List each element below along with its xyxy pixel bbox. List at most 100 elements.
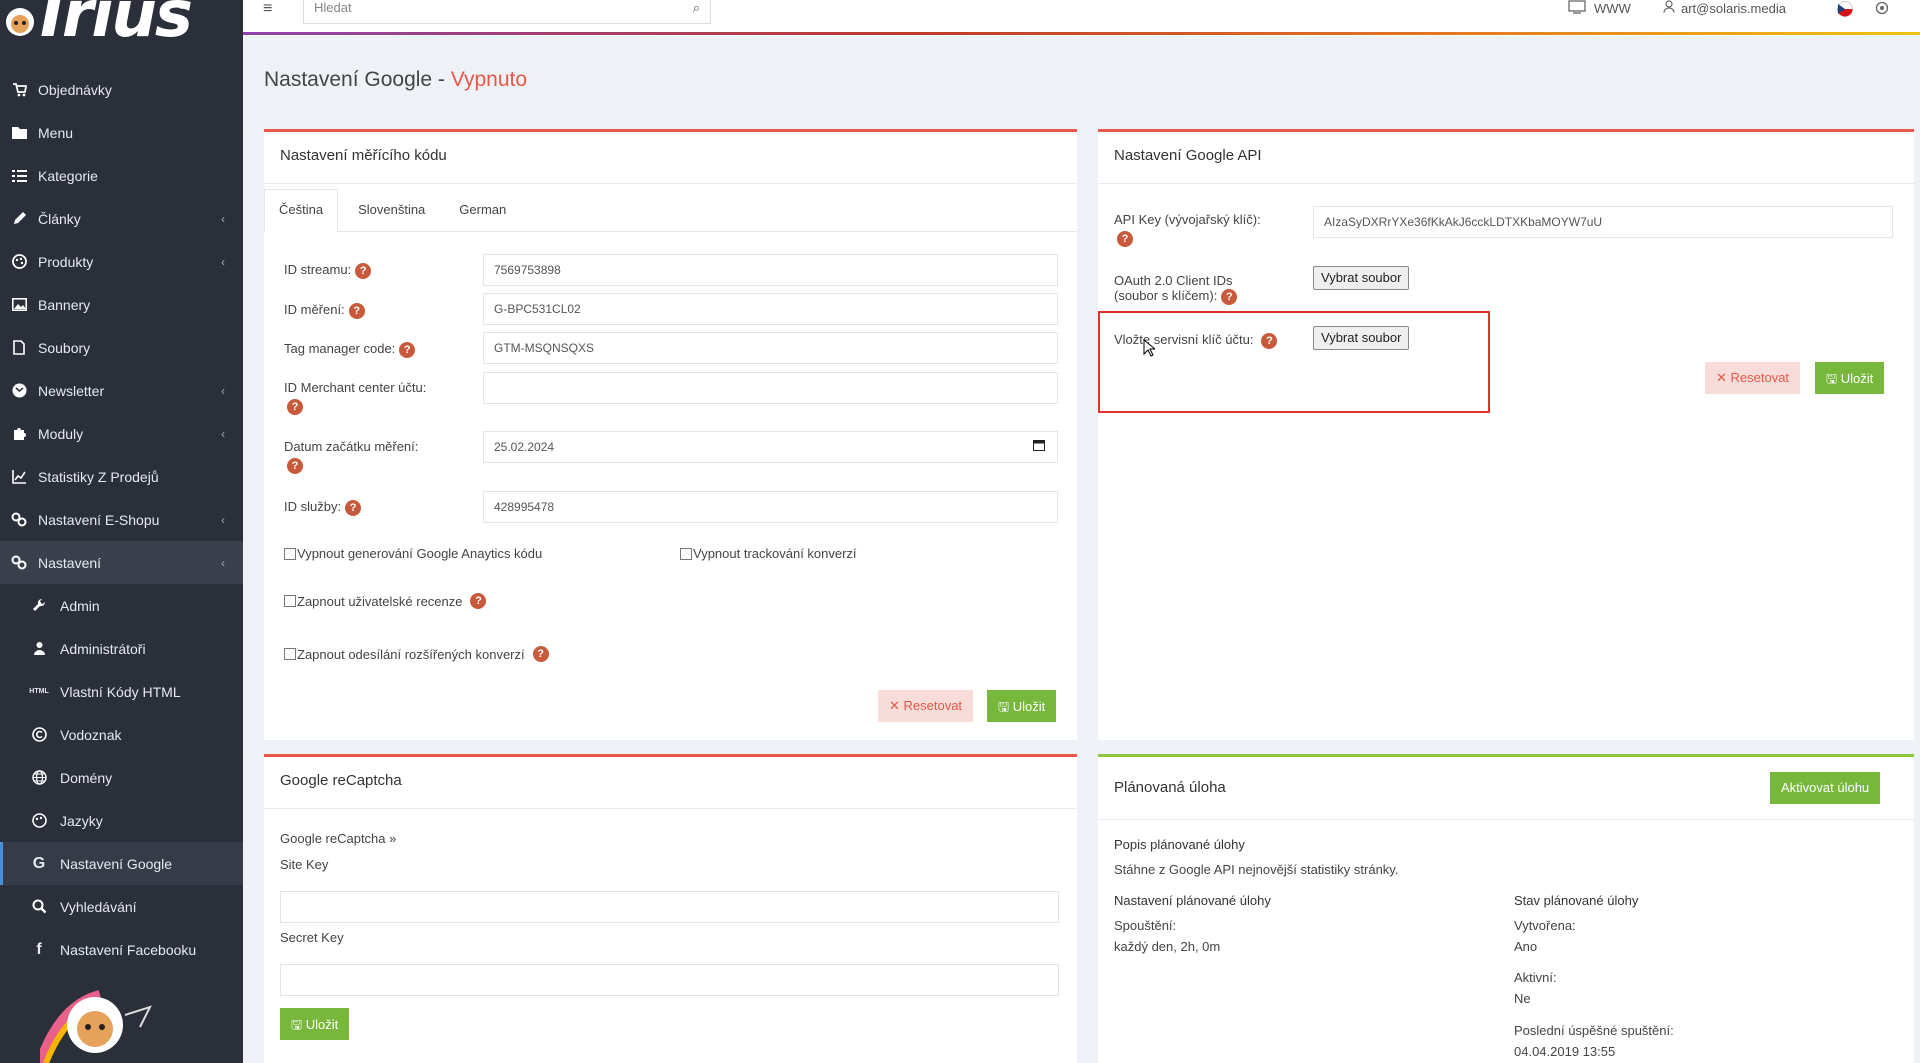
- enable-extended-conversions-checkbox[interactable]: Zapnout odesílání rozšířených konverzí?: [284, 646, 549, 662]
- reset-button[interactable]: ✕ Resetovat: [1705, 362, 1801, 394]
- sidebar-subitem-watermark[interactable]: Vodoznak: [0, 713, 243, 756]
- oauth-file-button[interactable]: Vybrat soubor: [1313, 266, 1410, 290]
- sidebar-subitem-google-settings[interactable]: G Nastavení Google: [0, 842, 243, 885]
- help-icon[interactable]: ?: [532, 646, 549, 662]
- sidebar-subitem-search[interactable]: Vyhledávání: [0, 885, 243, 928]
- power-icon[interactable]: [1875, 1, 1889, 15]
- reset-button[interactable]: ✕ Resetovat: [878, 690, 974, 722]
- checkbox-label: Zapnout odesílání rozšířených konverzí: [297, 646, 525, 662]
- www-link[interactable]: WWW: [1568, 0, 1631, 17]
- card-title: Nastavení Google API: [1098, 132, 1914, 184]
- checkbox[interactable]: [284, 595, 296, 607]
- start-date-input[interactable]: 25.02.2024: [483, 431, 1058, 463]
- checkbox[interactable]: [680, 547, 692, 560]
- sidebar-item-files[interactable]: Soubory: [0, 326, 243, 369]
- sidebar-subitem-domains[interactable]: Domény: [0, 756, 243, 799]
- sidebar-item-label: Newsletter: [38, 382, 105, 399]
- checkbox-label: Zapnout uživatelské recenze: [297, 593, 463, 609]
- hamburger-icon[interactable]: ≡: [263, 0, 272, 18]
- flag-cz-icon[interactable]: [1836, 1, 1854, 17]
- help-icon[interactable]: ?: [355, 262, 372, 279]
- task-description-title: Popis plánované úlohy: [1114, 837, 1245, 852]
- measurement-id-input[interactable]: G-BPC531CL02: [483, 293, 1058, 325]
- active-value: Ne: [1514, 991, 1531, 1006]
- sidebar-subitem-languages[interactable]: Jazyky: [0, 799, 243, 842]
- activate-task-button[interactable]: Aktivovat úlohu: [1770, 772, 1881, 804]
- floppy-icon: 🖫: [998, 699, 1013, 714]
- site-key-input[interactable]: [280, 891, 1059, 923]
- calendar-icon[interactable]: [1033, 439, 1045, 454]
- sidebar-item-label: Nastavení: [38, 554, 102, 571]
- tab-slovak[interactable]: Slovenština: [344, 190, 439, 231]
- sidebar-item-modules[interactable]: Moduly ‹: [0, 412, 243, 455]
- page-title: Nastavení Google - Vypnuto: [264, 68, 527, 92]
- globe-icon: [30, 769, 48, 787]
- sidebar-item-banners[interactable]: Bannery: [0, 283, 243, 326]
- reset-label: Resetovat: [1730, 370, 1790, 385]
- tab-german[interactable]: German: [445, 190, 520, 231]
- sidebar-item-articles[interactable]: Články ‹: [0, 197, 243, 240]
- sidebar-item-newsletter[interactable]: Newsletter ‹: [0, 369, 243, 412]
- card-title: Google reCaptcha: [264, 757, 1077, 809]
- sidebar-item-label: Administrátoři: [60, 640, 146, 657]
- sidebar-item-eshop-settings[interactable]: Nastavení E-Shopu ‹: [0, 498, 243, 541]
- search-icon: [30, 898, 48, 916]
- help-icon[interactable]: ?: [287, 399, 303, 415]
- field-label: (soubor s klíčem):: [1114, 288, 1218, 303]
- save-button[interactable]: 🖫 Uložit: [1815, 362, 1885, 394]
- sidebar-subitem-administrators[interactable]: Administrátoři: [0, 627, 243, 670]
- help-icon[interactable]: ?: [1221, 288, 1238, 305]
- help-icon[interactable]: ?: [1117, 231, 1133, 247]
- search-input[interactable]: Hledat ⌕: [303, 0, 711, 24]
- checkbox-label: Vypnout generování Google Anaytics kódu: [297, 546, 543, 561]
- tag-manager-input[interactable]: GTM-MSQNSQXS: [483, 332, 1058, 364]
- disable-conversions-checkbox[interactable]: Vypnout trackování konverzí: [680, 546, 857, 561]
- disable-analytics-checkbox[interactable]: Vypnout generování Google Anaytics kódu: [284, 546, 542, 561]
- created-label: Vytvořena:: [1514, 918, 1576, 933]
- tab-czech[interactable]: Čeština: [264, 189, 339, 232]
- status-badge: Vypnuto: [450, 68, 528, 91]
- sidebar-subitem-admin[interactable]: Admin: [0, 584, 243, 627]
- help-icon[interactable]: ?: [345, 499, 362, 516]
- save-button[interactable]: 🖫 Uložit: [280, 1008, 350, 1040]
- sidebar-item-label: Menu: [38, 124, 74, 141]
- checkbox[interactable]: [284, 648, 296, 660]
- save-button[interactable]: 🖫 Uložit: [987, 690, 1057, 722]
- stream-id-input[interactable]: 7569753898: [483, 254, 1058, 286]
- logo[interactable]: Irius ®: [0, 0, 243, 60]
- help-icon[interactable]: ?: [287, 458, 303, 474]
- checkbox[interactable]: [284, 547, 296, 560]
- user-menu[interactable]: art@solaris.media: [1663, 0, 1786, 16]
- save-label: Uložit: [1012, 699, 1046, 714]
- highlight-box: [1098, 311, 1490, 413]
- sidebar-item-settings[interactable]: Nastavení ‹: [0, 541, 243, 584]
- sidebar-subitem-html[interactable]: HTML Vlastní Kódy HTML: [0, 670, 243, 713]
- sidebar-item-orders[interactable]: Objednávky: [0, 68, 243, 111]
- topbar: ≡ Hledat ⌕ WWW art@solaris.media: [243, 0, 1920, 36]
- search-icon[interactable]: ⌕: [693, 0, 700, 16]
- sidebar-subitem-facebook[interactable]: f Nastavení Facebooku: [0, 928, 243, 971]
- secret-key-input[interactable]: [280, 964, 1059, 996]
- sidebar-item-label: Admin: [60, 597, 100, 614]
- sidebar-item-label: Vlastní Kódy HTML: [60, 683, 181, 700]
- sidebar-item-products[interactable]: Produkty ‹: [0, 240, 243, 283]
- help-icon[interactable]: ?: [399, 341, 416, 358]
- sidebar-item-menu[interactable]: Menu: [0, 111, 243, 154]
- secret-key-label: Secret Key: [280, 930, 344, 945]
- sidebar-item-label: Vyhledávání: [60, 898, 137, 915]
- sidebar-item-label: Jazyky: [60, 812, 103, 829]
- recaptcha-link[interactable]: Google reCaptcha »: [280, 831, 396, 846]
- palette-icon: [10, 253, 28, 271]
- language-tabs: Čeština Slovenština German: [264, 184, 1077, 232]
- sidebar-item-statistics[interactable]: Statistiky Z Prodejů: [0, 455, 243, 498]
- close-icon: ✕: [1716, 370, 1731, 385]
- merchant-center-input[interactable]: [483, 372, 1058, 404]
- sidebar-item-categories[interactable]: Kategorie: [0, 154, 243, 197]
- service-id-input[interactable]: 428995478: [483, 491, 1058, 523]
- api-key-input[interactable]: AIzaSyDXRrYXe36fKkAkJ6cckLDTXKbaMOYW7uU: [1313, 206, 1893, 238]
- help-icon[interactable]: ?: [470, 593, 487, 609]
- enable-reviews-checkbox[interactable]: Zapnout uživatelské recenze?: [284, 593, 487, 609]
- folder-icon: [10, 124, 28, 142]
- merchant-center-label: ID Merchant center účtu:?: [284, 380, 426, 415]
- help-icon[interactable]: ?: [348, 302, 365, 319]
